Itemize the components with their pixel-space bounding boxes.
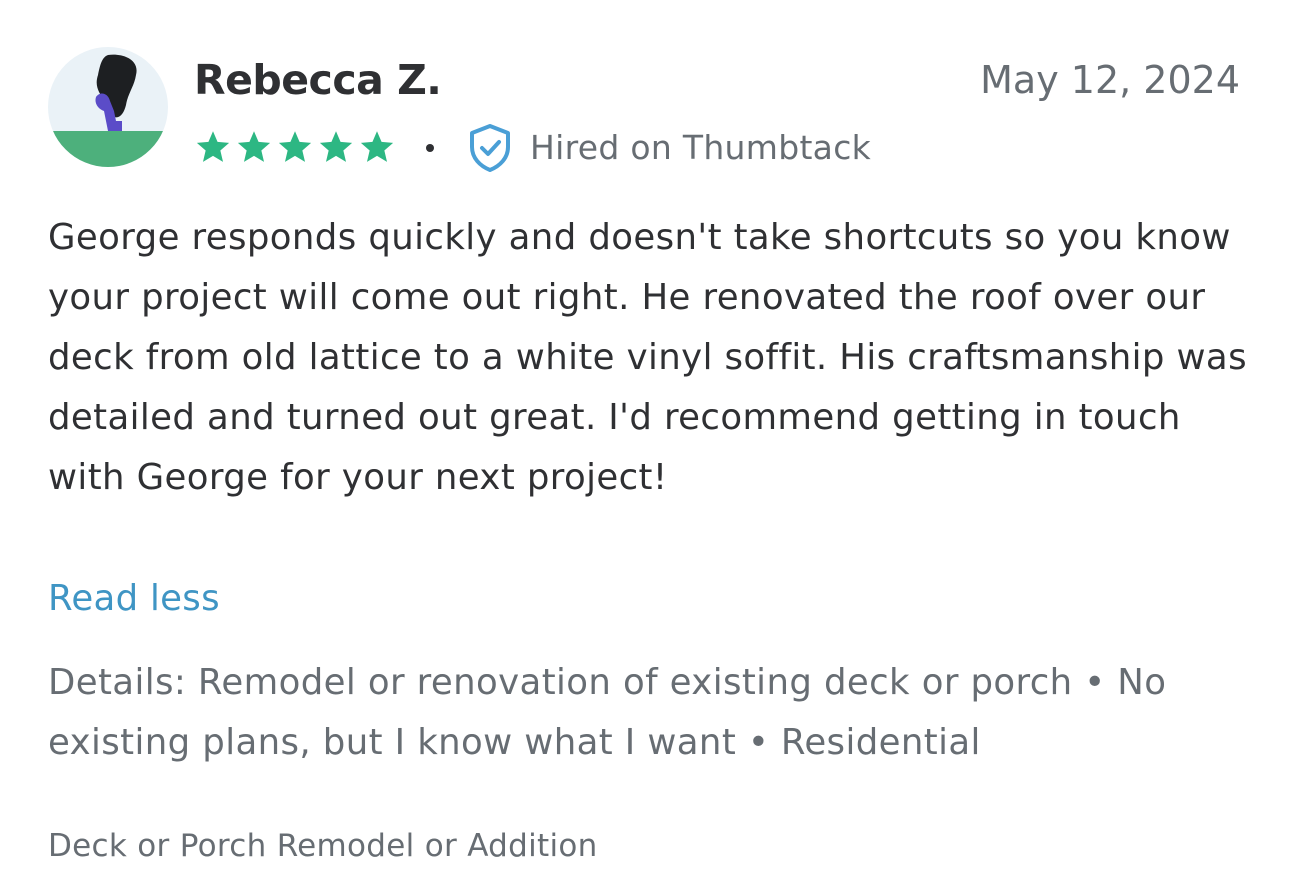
star-icon [276, 130, 314, 166]
star-icon [235, 130, 273, 166]
project-category: Deck or Porch Remodel or Addition [48, 828, 598, 864]
project-details: Details: Remodel or renovation of existi… [48, 662, 1167, 763]
shield-check-icon [468, 123, 512, 173]
hired-on-thumbtack-label: Hired on Thumbtack [530, 128, 872, 167]
review-card: Rebecca Z. May 12, 2024 Hired on Thumbta… [0, 0, 1290, 893]
read-less-link[interactable]: Read less [48, 569, 220, 629]
star-icon [194, 130, 232, 166]
star-icon [358, 130, 396, 166]
review-date: May 12, 2024 [980, 58, 1240, 102]
separator-dot [426, 144, 434, 152]
review-text: George responds quickly and doesn't take… [48, 217, 1247, 498]
avatar[interactable] [48, 47, 168, 167]
review-meta-row: Hired on Thumbtack [194, 121, 871, 175]
avatar-image [48, 47, 168, 167]
star-icon [317, 130, 355, 166]
star-rating [194, 130, 396, 166]
reviewer-name: Rebecca Z. [194, 56, 442, 104]
